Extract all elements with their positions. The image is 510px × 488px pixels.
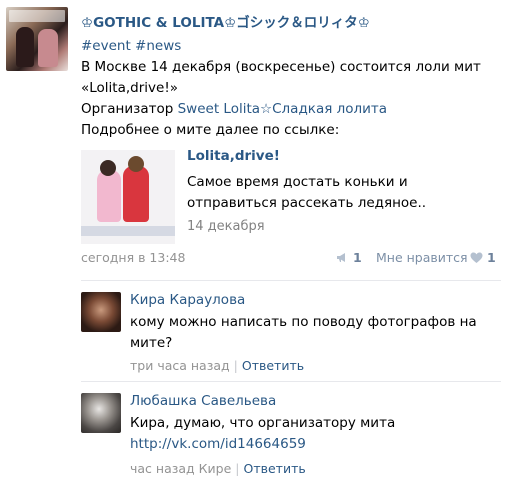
comment: Кира Караулова кому можно написать по по… bbox=[81, 292, 501, 382]
megaphone-icon[interactable] bbox=[336, 252, 348, 263]
comment-text-line: мите? bbox=[130, 335, 173, 351]
post-meta-bar: сегодня в 13:48 1 Мне нравится 1 bbox=[81, 250, 501, 266]
divider bbox=[81, 280, 501, 281]
community-name-link[interactable]: ♔GOTHIC & LOLITA♔ゴシック＆ロリィタ♔ bbox=[81, 11, 370, 31]
post-date-link[interactable]: сегодня в 13:48 bbox=[81, 250, 185, 265]
event-date: 14 декабря bbox=[187, 219, 265, 234]
reply-button[interactable]: Ответить bbox=[242, 358, 304, 373]
comment-meta: три часа назад | Ответить bbox=[130, 358, 304, 373]
like-button-label[interactable]: Мне нравится bbox=[376, 250, 468, 265]
thumbnail-figure-head bbox=[128, 156, 144, 172]
organizer-prefix: Организатор bbox=[81, 101, 178, 117]
event-description-line: отправиться рассекать ледяное.. bbox=[187, 195, 427, 211]
avatar-logo-strip bbox=[9, 10, 65, 22]
commenter-name-link[interactable]: Любашка Савельева bbox=[130, 393, 276, 409]
event-description-line: Самое время достать коньки и bbox=[187, 174, 408, 190]
event-description: Самое время достать коньки и отправиться… bbox=[187, 172, 437, 214]
event-thumbnail[interactable] bbox=[81, 150, 175, 244]
commenter-name-link[interactable]: Кира Караулова bbox=[130, 292, 245, 308]
post-text-line: «Lolita,drive!» bbox=[81, 80, 178, 96]
post-text-organizer: Организатор Sweet Lolita☆Сладкая лолита bbox=[81, 99, 501, 120]
commenter-avatar[interactable] bbox=[81, 393, 121, 433]
avatar-figure bbox=[38, 29, 58, 67]
shared-event-card[interactable]: Lolita,drive! Самое время достать коньки… bbox=[81, 148, 501, 244]
comment-text-line: кому можно написать по поводу фотографов… bbox=[130, 314, 477, 330]
community-avatar[interactable] bbox=[6, 7, 68, 71]
comment-time[interactable]: три часа назад bbox=[130, 358, 230, 373]
post-text-line: Подробнее о мите далее по ссылке: bbox=[81, 122, 340, 138]
commenter-avatar[interactable] bbox=[81, 292, 121, 332]
comment-text-line: Кира, думаю, что организатору мита bbox=[130, 415, 396, 431]
comment-time[interactable]: час назад Кире bbox=[130, 461, 231, 476]
event-title-link[interactable]: Lolita,drive! bbox=[187, 148, 280, 164]
avatar-figure bbox=[16, 27, 34, 67]
post-text-line: В Москве 14 декабря (воскресенье) состои… bbox=[81, 59, 481, 75]
post-text: #event #news В Москве 14 декабря (воскре… bbox=[81, 36, 501, 141]
thumbnail-figure bbox=[123, 166, 149, 222]
comment-meta: час назад Кире | Ответить bbox=[130, 461, 306, 476]
meta-separator: | bbox=[235, 461, 240, 476]
heart-icon[interactable] bbox=[470, 252, 483, 264]
comment-text: кому можно написать по поводу фотографов… bbox=[130, 312, 490, 354]
share-count: 1 bbox=[353, 250, 362, 265]
meta-separator: | bbox=[233, 358, 238, 373]
thumbnail-ground bbox=[81, 226, 175, 236]
thumbnail-figure-head bbox=[100, 160, 116, 176]
reply-button[interactable]: Ответить bbox=[244, 461, 306, 476]
like-count: 1 bbox=[487, 250, 496, 265]
comment-profile-link[interactable]: http://vk.com/id14664659 bbox=[130, 434, 490, 455]
organizer-link[interactable]: Sweet Lolita☆Сладкая лолита bbox=[178, 101, 387, 117]
comment-text: Кира, думаю, что организатору мита http:… bbox=[130, 413, 490, 455]
thumbnail-figure bbox=[97, 170, 121, 222]
divider bbox=[81, 381, 501, 382]
comment: Любашка Савельева Кира, думаю, что орган… bbox=[81, 393, 501, 483]
hashtags[interactable]: #event #news bbox=[81, 36, 501, 57]
